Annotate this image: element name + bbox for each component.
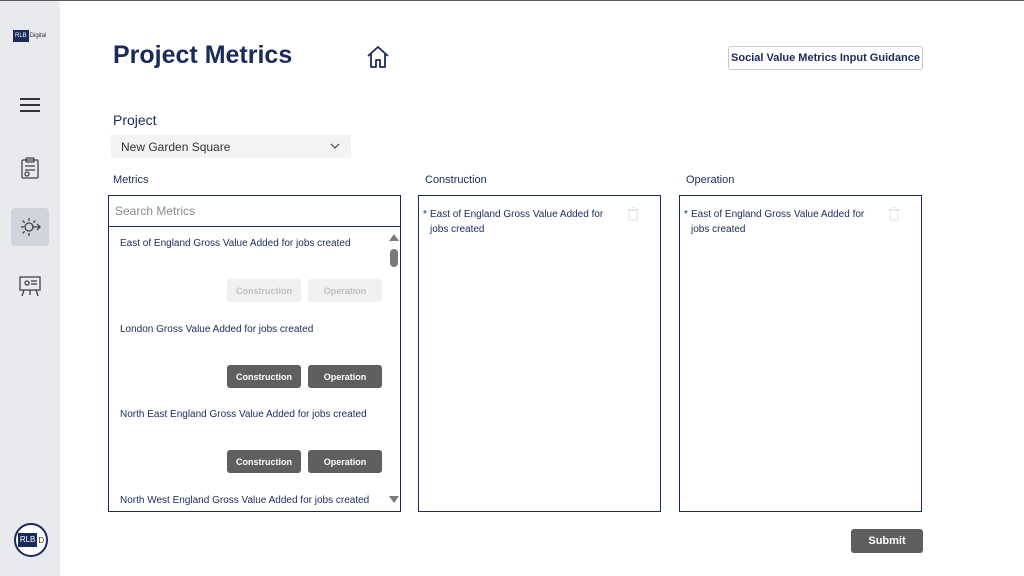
project-selected-value: New Garden Square xyxy=(121,139,231,154)
nav-clipboard-button[interactable] xyxy=(11,149,49,187)
add-operation-button[interactable]: Operation xyxy=(308,279,382,302)
gear-arrow-icon xyxy=(21,218,41,236)
submit-button[interactable]: Submit xyxy=(851,529,923,553)
add-construction-button[interactable]: Construction xyxy=(227,450,301,473)
hamburger-menu-button[interactable] xyxy=(11,86,49,124)
home-button[interactable] xyxy=(366,45,390,74)
page-title: Project Metrics xyxy=(113,41,293,69)
project-label: Project xyxy=(113,112,157,128)
metric-item: North East England Gross Value Added for… xyxy=(120,409,367,420)
entry-star: * xyxy=(423,209,427,220)
add-construction-button[interactable]: Construction xyxy=(227,279,301,302)
search-metrics-input[interactable]: Search Metrics xyxy=(109,196,400,227)
guidance-button[interactable]: Social Value Metrics Input Guidance xyxy=(728,46,923,70)
rlb-digital-logo[interactable]: RLB Digital xyxy=(13,30,46,42)
metric-item: East of England Gross Value Added for jo… xyxy=(120,238,351,249)
add-construction-button[interactable]: Construction xyxy=(227,365,301,388)
avatar-box: RLB xyxy=(17,533,38,547)
sidebar: RLB Digital RLB D xyxy=(0,1,60,576)
nav-metrics-button[interactable] xyxy=(11,208,49,246)
operation-label: Operation xyxy=(686,174,735,186)
scroll-up-arrow[interactable] xyxy=(389,234,399,241)
search-placeholder: Search Metrics xyxy=(115,204,196,218)
home-icon xyxy=(367,46,389,68)
trash-icon[interactable] xyxy=(627,207,639,221)
construction-entry: * East of England Gross Value Added for … xyxy=(423,207,623,237)
operation-list: * East of England Gross Value Added for … xyxy=(679,195,922,512)
metrics-label: Metrics xyxy=(113,174,149,186)
scroll-down-arrow[interactable] xyxy=(389,496,399,503)
construction-label: Construction xyxy=(425,174,487,186)
entry-text: East of England Gross Value Added for jo… xyxy=(430,209,604,235)
add-operation-button[interactable]: Operation xyxy=(308,365,382,388)
clipboard-icon xyxy=(21,157,39,179)
operation-entry: * East of England Gross Value Added for … xyxy=(684,207,884,237)
hamburger-icon xyxy=(20,98,40,112)
entry-text: East of England Gross Value Added for jo… xyxy=(691,209,865,235)
avatar-text: D xyxy=(38,535,45,545)
scrollbar-thumb[interactable] xyxy=(390,249,398,267)
presentation-board-icon xyxy=(19,276,41,297)
logo-box: RLB xyxy=(13,30,29,42)
add-operation-button[interactable]: Operation xyxy=(308,450,382,473)
project-dropdown[interactable]: New Garden Square xyxy=(111,135,351,158)
trash-icon[interactable] xyxy=(888,207,900,221)
metric-item: North West England Gross Value Added for… xyxy=(120,495,370,506)
construction-list: * East of England Gross Value Added for … xyxy=(418,195,661,512)
logo-text: Digital xyxy=(29,33,47,39)
chevron-down-icon xyxy=(330,143,340,149)
metric-item: London Gross Value Added for jobs create… xyxy=(120,324,314,335)
nav-presentation-button[interactable] xyxy=(11,267,49,305)
entry-star: * xyxy=(684,209,688,220)
metrics-panel: Search Metrics East of England Gross Val… xyxy=(108,195,401,512)
user-avatar[interactable]: RLB D xyxy=(14,523,48,557)
